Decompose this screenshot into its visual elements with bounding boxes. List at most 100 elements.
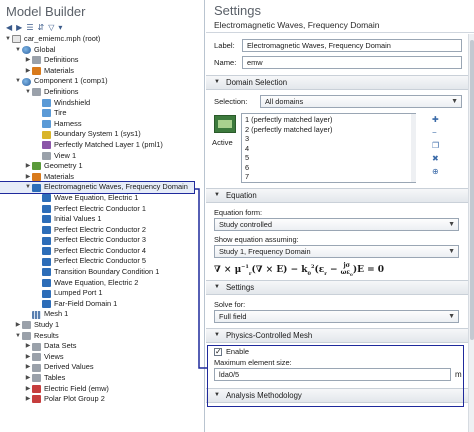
tree-node-icon: [42, 247, 51, 256]
domain-list-item[interactable]: 7: [245, 172, 412, 182]
remove-selection-icon[interactable]: −: [432, 128, 439, 137]
expanded-arrow-icon[interactable]: ▼: [14, 76, 22, 87]
show-equation-dropdown[interactable]: Study 1, Frequency Domain ▼: [214, 245, 459, 258]
tree-item[interactable]: ▶ Data Sets: [0, 341, 204, 352]
tree-item[interactable]: ▼ Component 1 (comp1): [0, 76, 204, 87]
formula-right: E = 0: [357, 265, 385, 276]
filter-icon[interactable]: ▽: [48, 23, 54, 32]
equation-form-dropdown[interactable]: Study controlled ▼: [214, 218, 459, 231]
physics-mesh-callout-box: [207, 345, 464, 407]
tree-node-icon: [22, 331, 31, 340]
arrow-right-icon[interactable]: ▶: [16, 23, 22, 32]
collapsed-arrow-icon[interactable]: ▶: [24, 341, 32, 352]
section-domain-selection[interactable]: ▼ Domain Selection: [206, 75, 474, 90]
expand-icon[interactable]: ⇵: [37, 23, 44, 32]
tree-item[interactable]: ▶ Polar Plot Group 2: [0, 394, 204, 405]
expanded-arrow-icon[interactable]: ▼: [14, 331, 22, 342]
domain-list-scrollbar[interactable]: [411, 114, 416, 182]
domain-list-item[interactable]: 2 (perfectly matched layer): [245, 125, 412, 135]
tree-item[interactable]: Lumped Port 1: [0, 288, 204, 299]
tree-item[interactable]: Windshield: [0, 98, 204, 109]
expanded-arrow-icon[interactable]: ▼: [14, 45, 22, 56]
tree-item[interactable]: ▶ Study 1: [0, 320, 204, 331]
collapsed-arrow-icon[interactable]: ▶: [24, 373, 32, 384]
tree-item[interactable]: Perfectly Matched Layer 1 (pml1): [0, 140, 204, 151]
model-builder-title: Model Builder: [6, 4, 86, 19]
tree-item[interactable]: Wave Equation, Electric 2: [0, 278, 204, 289]
domain-list-item[interactable]: 6: [245, 163, 412, 173]
collapsed-arrow-icon[interactable]: ▶: [24, 55, 32, 66]
tree-item-label: Polar Plot Group 2: [44, 394, 105, 404]
tree-item[interactable]: Initial Values 1: [0, 214, 204, 225]
model-builder-toolbar: ◀ ▶ ☰ ⇵ ▽ ▾: [0, 22, 204, 33]
expanded-arrow-icon[interactable]: ▼: [4, 34, 12, 45]
tree-node-icon: [42, 225, 51, 234]
collapsed-arrow-icon[interactable]: ▶: [24, 394, 32, 405]
tree-item[interactable]: Tire: [0, 108, 204, 119]
tree-item[interactable]: Far-Field Domain 1: [0, 299, 204, 310]
tree-item[interactable]: ▼ Electromagnetic Waves, Frequency Domain: [0, 181, 195, 194]
zoom-selection-icon[interactable]: ⊕: [432, 167, 439, 176]
section-physics-mesh[interactable]: ▼ Physics-Controlled Mesh: [206, 328, 474, 343]
tree-item[interactable]: ▼ Results: [0, 331, 204, 342]
section-settings-label: Settings: [225, 283, 255, 292]
tree-item[interactable]: Perfect Electric Conductor 2: [0, 225, 204, 236]
solve-for-dropdown[interactable]: Full field ▼: [214, 310, 459, 323]
tree-item[interactable]: Harness: [0, 119, 204, 130]
tree-item[interactable]: Perfect Electric Conductor 3: [0, 235, 204, 246]
collapsed-arrow-icon[interactable]: ▶: [24, 172, 32, 183]
dropdown-icon[interactable]: ▾: [58, 23, 62, 32]
tree-item[interactable]: ▶ Electric Field (emw): [0, 384, 204, 395]
tree-item-label: Tables: [44, 373, 66, 382]
tree-item[interactable]: Boundary System 1 (sys1): [0, 129, 204, 140]
collapsed-arrow-icon[interactable]: ▶: [24, 66, 32, 77]
collapsed-arrow-icon[interactable]: ▶: [24, 384, 32, 395]
tree-item[interactable]: Wave Equation, Electric 1: [0, 193, 204, 204]
domain-list[interactable]: 1 (perfectly matched layer) 2 (perfectly …: [241, 113, 416, 183]
tree-item[interactable]: Perfect Electric Conductor 1: [0, 204, 204, 215]
selection-dropdown[interactable]: All domains ▼: [260, 95, 462, 108]
tree-item[interactable]: Transition Boundary Condition 1: [0, 267, 204, 278]
tree-item[interactable]: ▶ Geometry 1: [0, 161, 204, 172]
collapsed-arrow-icon[interactable]: ▶: [24, 362, 32, 373]
label-input[interactable]: Electromagnetic Waves, Frequency Domain: [242, 39, 462, 52]
arrow-left-icon[interactable]: ◀: [6, 23, 12, 32]
copy-selection-icon[interactable]: ❐: [432, 141, 439, 150]
tree-item[interactable]: Perfect Electric Conductor 5: [0, 256, 204, 267]
tree-item[interactable]: ▶ Tables: [0, 373, 204, 384]
collapsed-arrow-icon[interactable]: ▶: [24, 161, 32, 172]
tree-item[interactable]: View 1: [0, 151, 204, 162]
collapse-icon[interactable]: ☰: [26, 23, 33, 32]
tree-item[interactable]: ▼ car_emiemc.mph (root): [0, 34, 204, 45]
domain-list-item[interactable]: 1 (perfectly matched layer): [245, 115, 412, 125]
clear-selection-icon[interactable]: ✖: [432, 154, 439, 163]
tree-item[interactable]: Mesh 1: [0, 309, 204, 320]
active-label: Active: [212, 138, 233, 147]
collapse-triangle-icon: ▼: [214, 192, 220, 198]
add-selection-icon[interactable]: ✚: [432, 115, 439, 124]
collapsed-arrow-icon[interactable]: ▶: [14, 320, 22, 331]
tree-item[interactable]: ▼ Definitions: [0, 87, 204, 98]
tree-item[interactable]: Perfect Electric Conductor 4: [0, 246, 204, 257]
expanded-arrow-icon[interactable]: ▼: [24, 182, 32, 193]
tree-item[interactable]: ▶ Materials: [0, 66, 204, 77]
tree-node-icon: [32, 88, 41, 97]
section-settings[interactable]: ▼ Settings: [206, 280, 474, 295]
collapsed-arrow-icon[interactable]: ▶: [24, 352, 32, 363]
formula-mid: (∇ × E) − k: [251, 265, 308, 276]
domain-list-item[interactable]: 5: [245, 153, 412, 163]
label-field-label: Label:: [214, 41, 235, 50]
scrollbar-thumb[interactable]: [470, 40, 474, 340]
name-input[interactable]: emw: [242, 56, 462, 69]
settings-scrollbar[interactable]: [468, 34, 474, 432]
domain-list-item[interactable]: 3: [245, 134, 412, 144]
tree-item[interactable]: ▶ Definitions: [0, 55, 204, 66]
tree-item[interactable]: ▶ Materials: [0, 172, 204, 183]
expanded-arrow-icon[interactable]: ▼: [24, 87, 32, 98]
tree-item[interactable]: ▶ Views: [0, 352, 204, 363]
domain-list-item[interactable]: 4: [245, 144, 412, 154]
section-equation[interactable]: ▼ Equation: [206, 188, 474, 203]
tree-item[interactable]: ▼ Global: [0, 45, 204, 56]
active-toggle-icon[interactable]: [214, 115, 236, 133]
tree-item[interactable]: ▶ Derived Values: [0, 362, 204, 373]
